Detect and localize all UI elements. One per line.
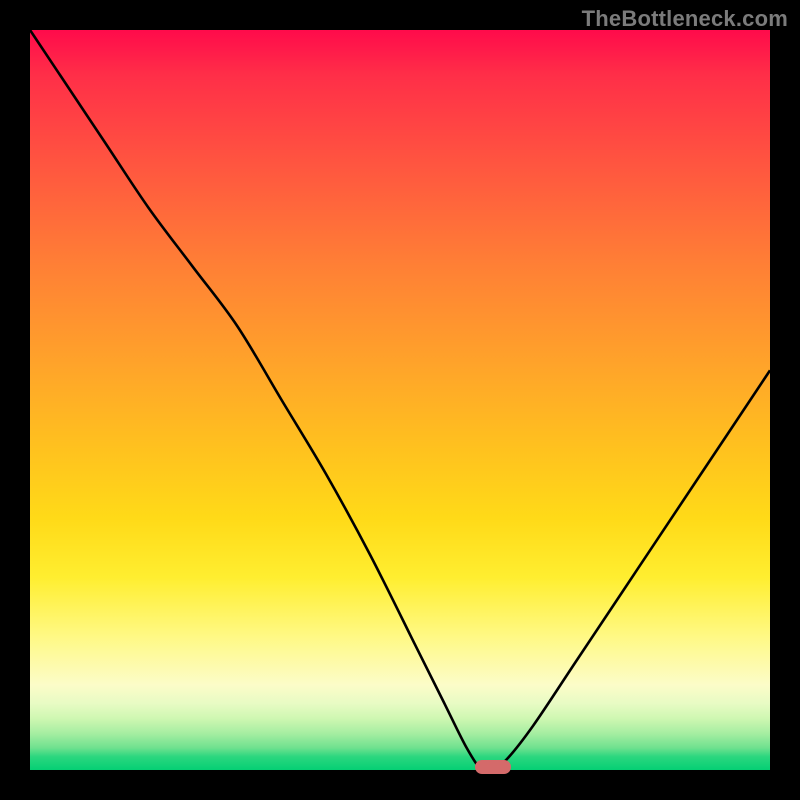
chart-frame: TheBottleneck.com: [0, 0, 800, 800]
watermark-text: TheBottleneck.com: [582, 6, 788, 32]
plot-area: [30, 30, 770, 770]
optimal-point-marker: [475, 760, 511, 774]
bottleneck-curve: [30, 30, 770, 770]
curve-path: [30, 30, 770, 772]
